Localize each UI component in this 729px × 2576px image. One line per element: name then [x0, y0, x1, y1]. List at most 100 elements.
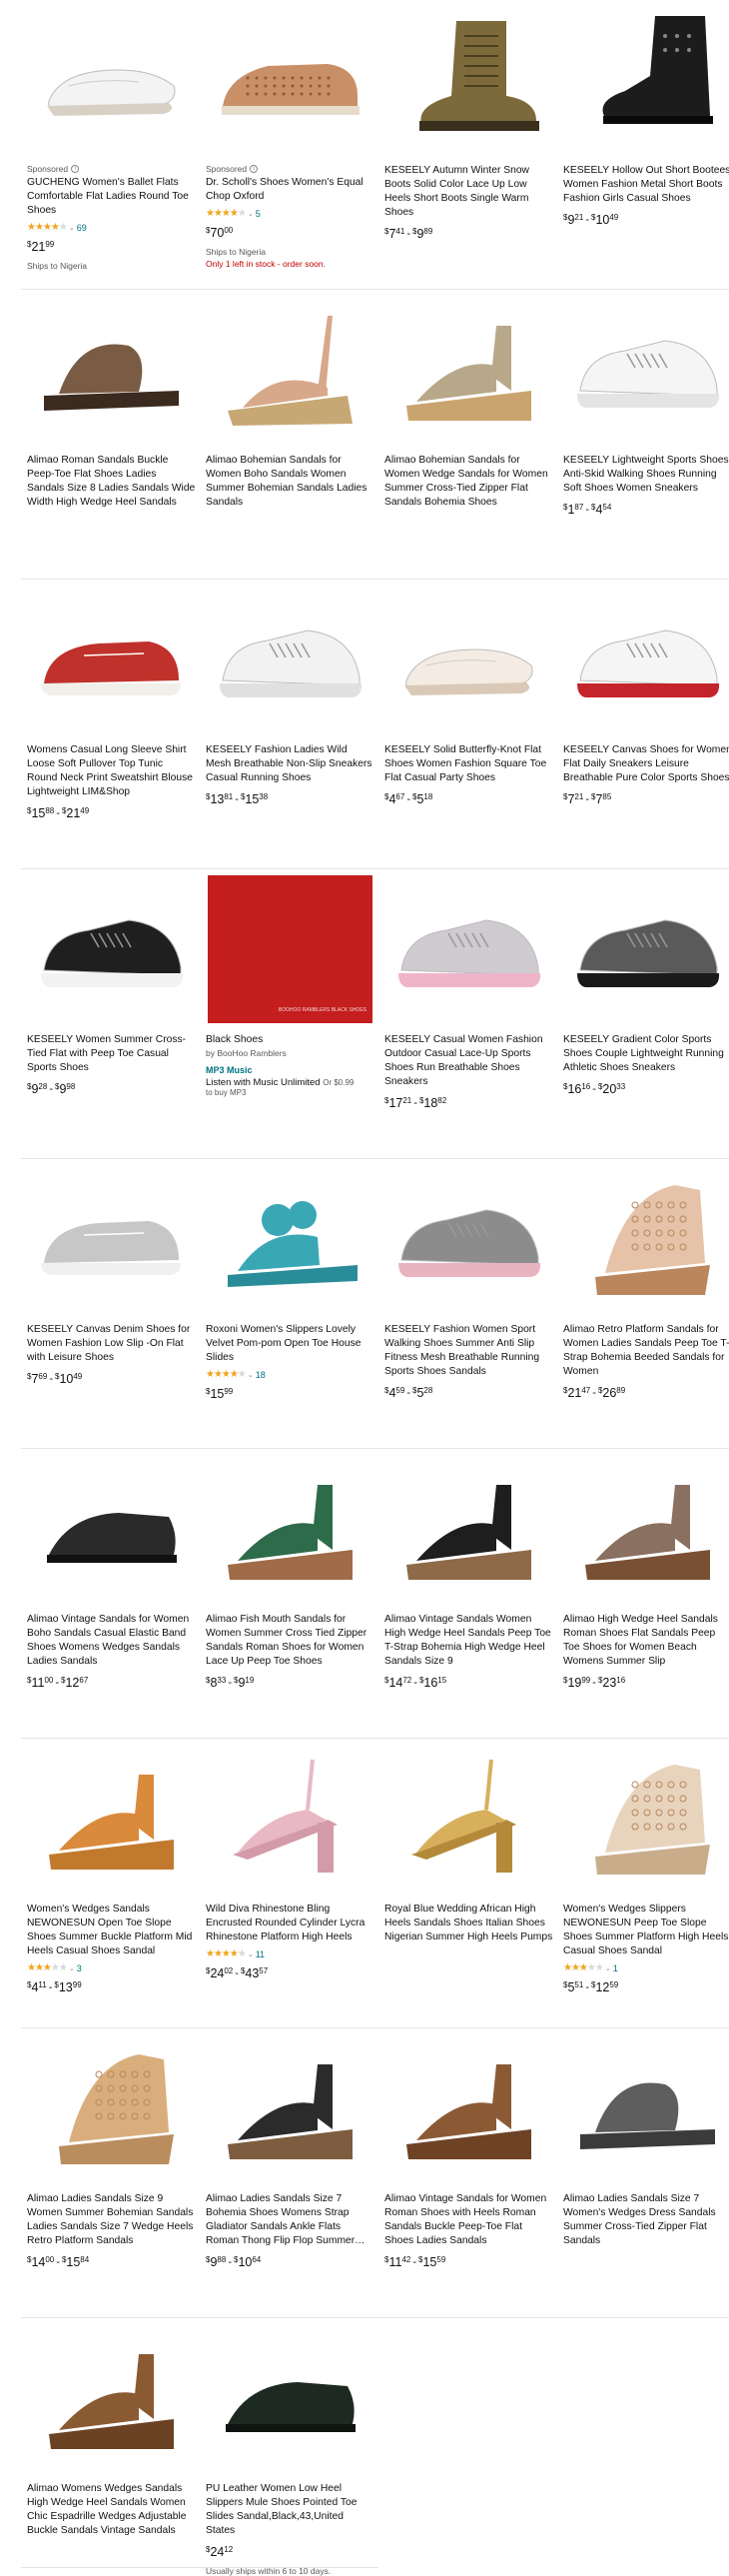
- product-image[interactable]: BOOHOO RAMBLERS BLACK SHOES: [208, 875, 372, 1023]
- product-card[interactable]: Alimao Vintage Sandals for Women Boho Sa…: [21, 1449, 200, 1739]
- rating[interactable]: ★★★★★ ⌄ 18: [206, 1369, 374, 1380]
- product-card[interactable]: KESEELY Canvas Shoes for Women Flat Dail…: [557, 580, 729, 869]
- product-title[interactable]: PU Leather Women Low Heel Slippers Mule …: [206, 2482, 374, 2538]
- product-title[interactable]: GUCHENG Women's Ballet Flats Comfortable…: [27, 176, 196, 218]
- review-count[interactable]: 11: [256, 1949, 265, 1959]
- product-card[interactable]: Alimao Vintage Sandals for Women Roman S…: [378, 2028, 557, 2318]
- rating[interactable]: ★★★★★ ⌄ 1: [563, 1962, 729, 1973]
- product-card[interactable]: Alimao High Wedge Heel Sandals Roman Sho…: [557, 1449, 729, 1739]
- product-card[interactable]: Women's Wedges Slippers NEWONESUN Peep T…: [557, 1739, 729, 2028]
- product-card[interactable]: Sponsored i GUCHENG Women's Ballet Flats C…: [21, 0, 200, 290]
- review-count[interactable]: 5: [256, 209, 261, 219]
- product-image[interactable]: [565, 296, 729, 444]
- product-card[interactable]: Sponsored i Dr. Scholl's Shoes Women's Equ…: [200, 0, 378, 290]
- product-title[interactable]: Alimao Vintage Sandals for Women Roman S…: [384, 2192, 553, 2248]
- product-card[interactable]: PU Leather Women Low Heel Slippers Mule …: [200, 2318, 378, 2576]
- product-card[interactable]: Womens Casual Long Sleeve Shirt Loose So…: [21, 580, 200, 869]
- product-title[interactable]: KESEELY Gradient Color Sports Shoes Coup…: [563, 1033, 729, 1075]
- product-card[interactable]: Alimao Fish Mouth Sandals for Women Summ…: [200, 1449, 378, 1739]
- product-image[interactable]: [386, 6, 551, 154]
- product-image[interactable]: [208, 586, 372, 733]
- product-image[interactable]: [29, 1165, 194, 1313]
- product-image[interactable]: [208, 2034, 372, 2182]
- product-title[interactable]: Alimao High Wedge Heel Sandals Roman Sho…: [563, 1613, 729, 1669]
- product-card[interactable]: KESEELY Lightweight Sports Shoes Anti-Sk…: [557, 290, 729, 580]
- product-image[interactable]: [386, 296, 551, 444]
- info-icon[interactable]: i: [250, 165, 259, 173]
- product-card[interactable]: KESEELY Autumn Winter Snow Boots Solid C…: [378, 0, 557, 290]
- product-title[interactable]: Women's Wedges Sandals NEWONESUN Open To…: [27, 1903, 196, 1958]
- product-card[interactable]: Alimao Vintage Sandals Women High Wedge …: [378, 1449, 557, 1739]
- product-image[interactable]: [565, 2034, 729, 2182]
- product-title[interactable]: Alimao Retro Platform Sandals for Women …: [563, 1323, 729, 1379]
- product-image[interactable]: [208, 296, 372, 444]
- product-card[interactable]: Alimao Bohemian Sandals for Women Boho S…: [200, 290, 378, 580]
- chevron-down-icon[interactable]: ⌄: [248, 210, 254, 218]
- product-image[interactable]: [386, 586, 551, 733]
- product-title[interactable]: KESEELY Canvas Shoes for Women Flat Dail…: [563, 743, 729, 785]
- rating[interactable]: ★★★★★ ⌄ 5: [206, 208, 374, 219]
- product-title[interactable]: Alimao Roman Sandals Buckle Peep-Toe Fla…: [27, 454, 196, 510]
- product-title[interactable]: KESEELY Women Summer Cross-Tied Flat wit…: [27, 1033, 196, 1075]
- product-image[interactable]: [29, 586, 194, 733]
- product-image[interactable]: [565, 1165, 729, 1313]
- product-title[interactable]: Alimao Ladies Sandals Size 7 Women's Wed…: [563, 2192, 729, 2248]
- product-card[interactable]: KESEELY Casual Women Fashion Outdoor Cas…: [378, 869, 557, 1159]
- product-card[interactable]: Royal Blue Wedding African High Heels Sa…: [378, 1739, 557, 2028]
- product-card[interactable]: KESEELY Fashion Ladies Wild Mesh Breatha…: [200, 580, 378, 869]
- product-card[interactable]: Alimao Ladies Sandals Size 7 Women's Wed…: [557, 2028, 729, 2318]
- product-card[interactable]: KESEELY Fashion Women Sport Walking Shoe…: [378, 1159, 557, 1449]
- product-image[interactable]: [29, 1455, 194, 1603]
- rating[interactable]: ★★★★★ ⌄ 11: [206, 1948, 374, 1959]
- product-title[interactable]: KESEELY Solid Butterfly-Knot Flat Shoes …: [384, 743, 553, 785]
- product-title[interactable]: Royal Blue Wedding African High Heels Sa…: [384, 1903, 553, 1944]
- product-image[interactable]: [29, 1745, 194, 1893]
- product-title[interactable]: Wild Diva Rhinestone Bling Encrusted Rou…: [206, 1903, 374, 1944]
- product-image[interactable]: [565, 875, 729, 1023]
- product-title[interactable]: KESEELY Hollow Out Short Bootees Women F…: [563, 164, 729, 206]
- product-title[interactable]: KESEELY Fashion Ladies Wild Mesh Breatha…: [206, 743, 374, 785]
- chevron-down-icon[interactable]: ⌄: [69, 1964, 75, 1972]
- product-title[interactable]: Dr. Scholl's Shoes Women's Equal Chop Ox…: [206, 176, 374, 204]
- product-title[interactable]: KESEELY Casual Women Fashion Outdoor Cas…: [384, 1033, 553, 1089]
- product-title[interactable]: KESEELY Lightweight Sports Shoes Anti-Sk…: [563, 454, 729, 496]
- product-title[interactable]: KESEELY Autumn Winter Snow Boots Solid C…: [384, 164, 553, 220]
- product-title[interactable]: Alimao Ladies Sandals Size 7 Bohemia Sho…: [206, 2192, 374, 2248]
- product-title[interactable]: Alimao Ladies Sandals Size 9 Women Summe…: [27, 2192, 196, 2248]
- chevron-down-icon[interactable]: ⌄: [248, 1371, 254, 1379]
- product-title[interactable]: Alimao Womens Wedges Sandals High Wedge …: [27, 2482, 196, 2538]
- product-image[interactable]: [386, 2034, 551, 2182]
- product-card[interactable]: Alimao Roman Sandals Buckle Peep-Toe Fla…: [21, 290, 200, 580]
- product-title[interactable]: KESEELY Canvas Denim Shoes for Women Fas…: [27, 1323, 196, 1365]
- product-title[interactable]: Alimao Bohemian Sandals for Women Wedge …: [384, 454, 553, 510]
- product-card[interactable]: BOOHOO RAMBLERS BLACK SHOES Black Shoes by…: [200, 869, 378, 1159]
- product-image[interactable]: [29, 6, 194, 154]
- chevron-down-icon[interactable]: ⌄: [248, 1950, 254, 1958]
- product-card[interactable]: Roxoni Women's Slippers Lovely Velvet Po…: [200, 1159, 378, 1449]
- product-image[interactable]: [565, 586, 729, 733]
- product-card[interactable]: Women's Wedges Sandals NEWONESUN Open To…: [21, 1739, 200, 2028]
- product-image[interactable]: [29, 296, 194, 444]
- product-card[interactable]: Alimao Bohemian Sandals for Women Wedge …: [378, 290, 557, 580]
- product-image[interactable]: [29, 2324, 194, 2472]
- product-card[interactable]: KESEELY Canvas Denim Shoes for Women Fas…: [21, 1159, 200, 1449]
- product-format-link[interactable]: MP3 Music: [206, 1065, 374, 1075]
- product-card[interactable]: Wild Diva Rhinestone Bling Encrusted Rou…: [200, 1739, 378, 2028]
- product-image[interactable]: [208, 6, 372, 154]
- product-image[interactable]: [208, 2324, 372, 2472]
- product-title[interactable]: Alimao Fish Mouth Sandals for Women Summ…: [206, 1613, 374, 1669]
- product-image[interactable]: [565, 1745, 729, 1893]
- product-image[interactable]: [208, 1745, 372, 1893]
- product-image[interactable]: [386, 1455, 551, 1603]
- product-title[interactable]: Alimao Vintage Sandals for Women Boho Sa…: [27, 1613, 196, 1669]
- rating[interactable]: ★★★★★ ⌄ 3: [27, 1962, 196, 1973]
- chevron-down-icon[interactable]: ⌄: [605, 1964, 611, 1972]
- product-title[interactable]: KESEELY Fashion Women Sport Walking Shoe…: [384, 1323, 553, 1379]
- review-count[interactable]: 1: [613, 1963, 618, 1973]
- chevron-down-icon[interactable]: ⌄: [69, 224, 75, 232]
- product-image[interactable]: [208, 1455, 372, 1603]
- product-card[interactable]: KESEELY Women Summer Cross-Tied Flat wit…: [21, 869, 200, 1159]
- product-card[interactable]: Alimao Ladies Sandals Size 7 Bohemia Sho…: [200, 2028, 378, 2318]
- product-image[interactable]: [386, 875, 551, 1023]
- product-title[interactable]: Women's Wedges Slippers NEWONESUN Peep T…: [563, 1903, 729, 1958]
